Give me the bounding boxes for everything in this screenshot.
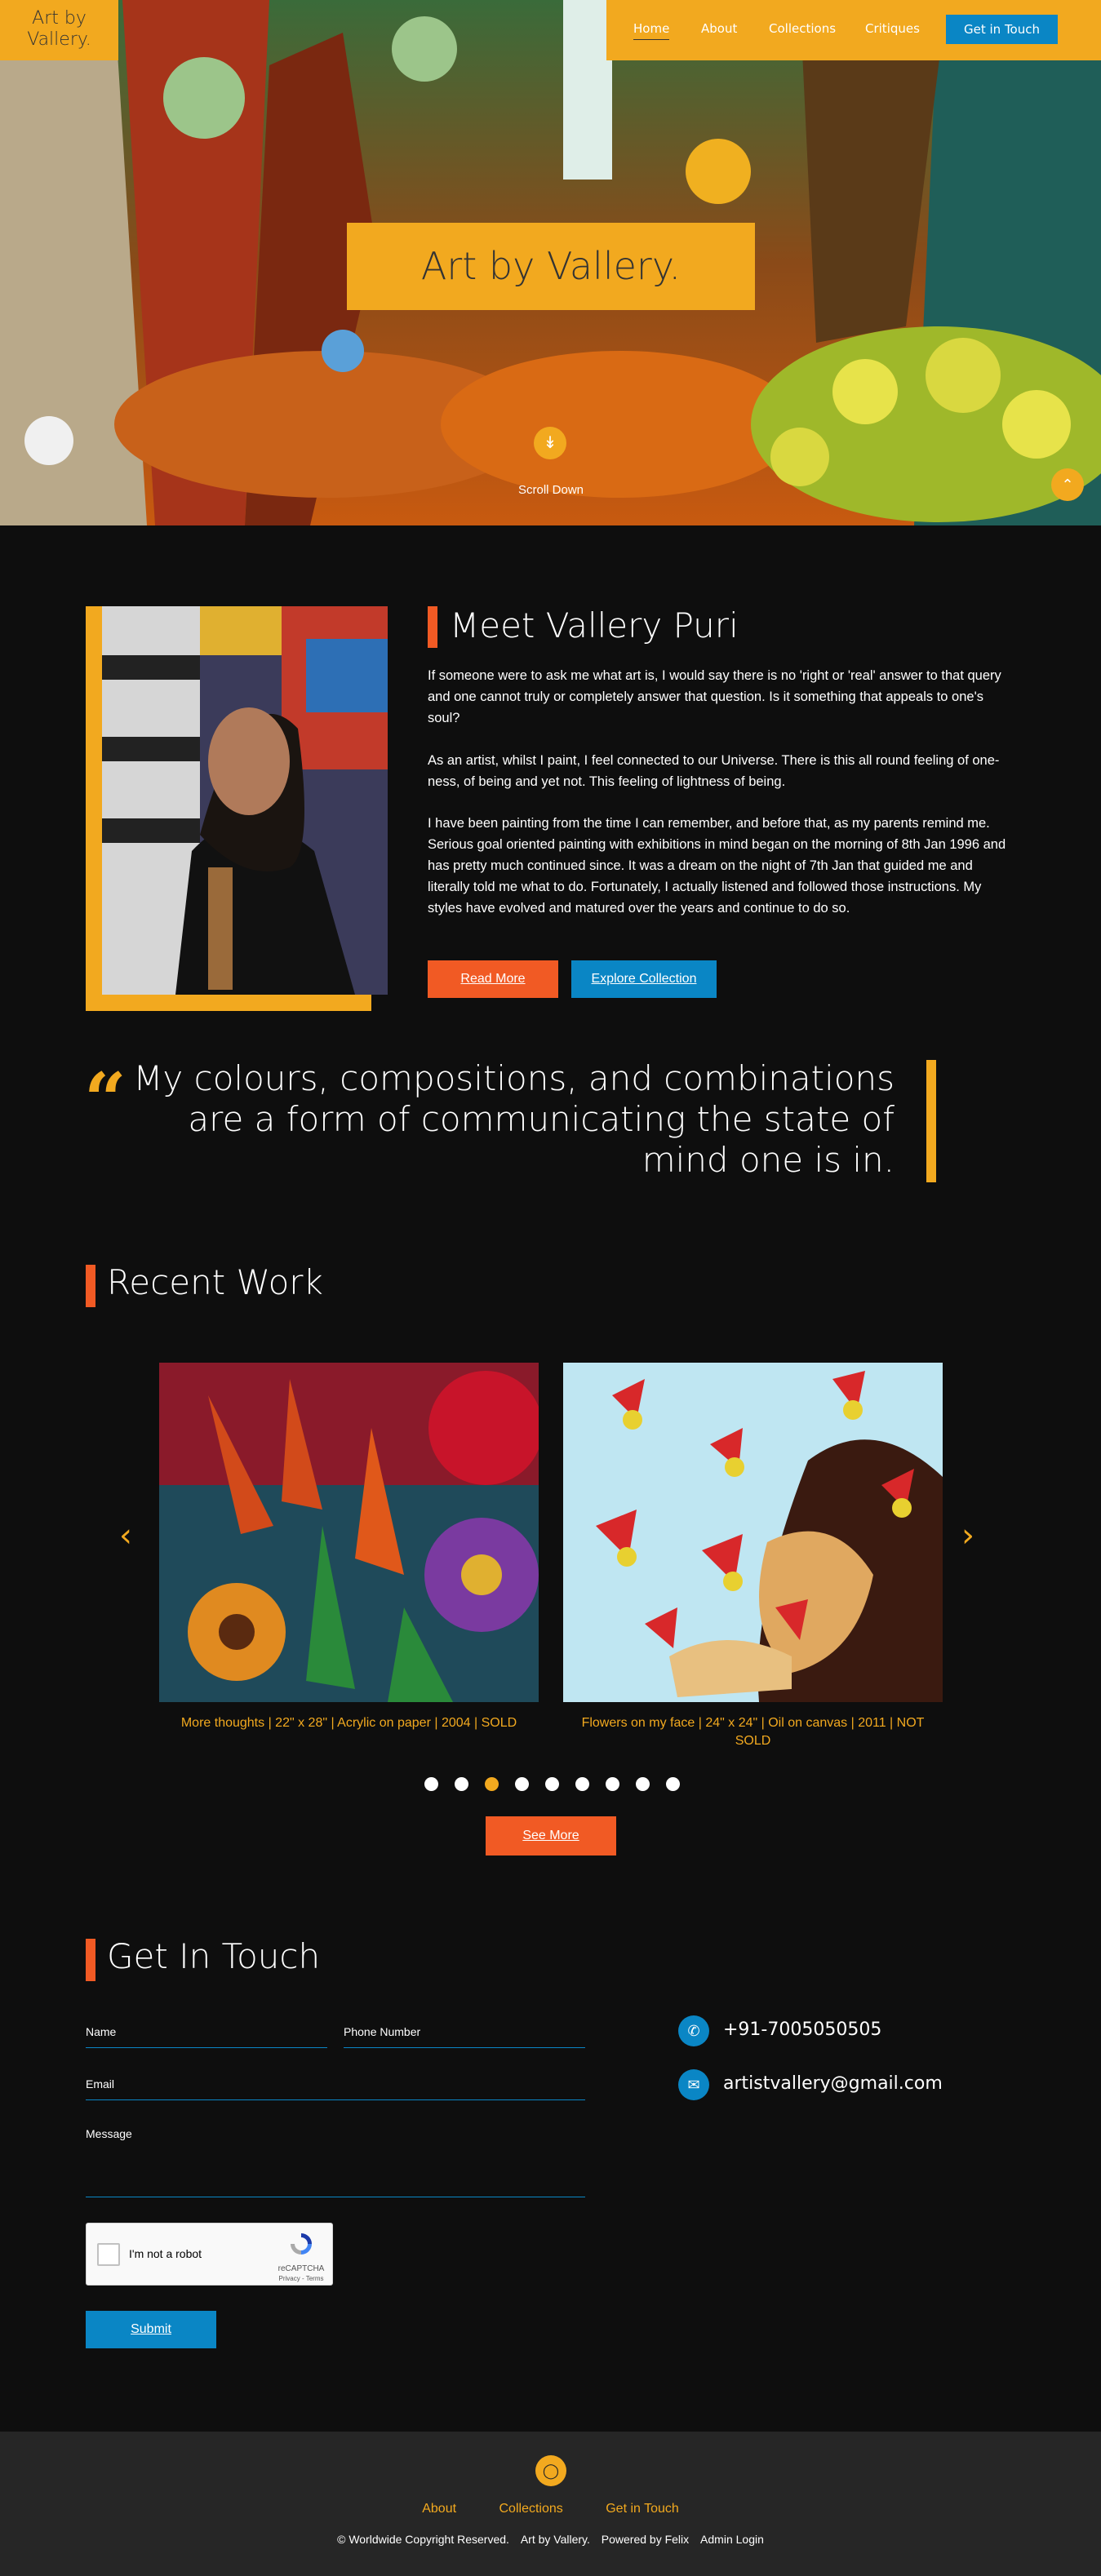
envelope-icon: ✉ <box>678 2069 709 2100</box>
nav-home[interactable]: Home <box>633 21 670 40</box>
back-to-top-icon[interactable]: ⌃ <box>1051 468 1084 501</box>
recaptcha-checkbox[interactable] <box>97 2243 120 2266</box>
about-paragraph-1: If someone were to ask me what art is, I… <box>428 668 1001 725</box>
quote-icon: “ <box>84 1057 127 1143</box>
phone-icon: ✆ <box>678 2015 709 2046</box>
artwork-caption-2: Flowers on my face | 24" x 24" | Oil on … <box>581 1716 925 1748</box>
get-in-touch-button[interactable]: Get in Touch <box>946 15 1058 44</box>
email-label: Email <box>86 2077 115 2091</box>
recaptcha-label: I'm not a robot <box>129 2247 202 2260</box>
about-heading: Meet Vallery Puri <box>450 605 739 645</box>
quote-line-1: My colours, compositions, and combinatio… <box>133 1058 895 1098</box>
name-label: Name <box>86 2025 117 2038</box>
recaptcha-icon <box>291 2233 312 2255</box>
carousel-dot[interactable] <box>666 1777 680 1791</box>
phone-label: Phone Number <box>344 2025 421 2038</box>
artwork-caption-1: More thoughts | 22" x 28" | Acrylic on p… <box>180 1716 517 1730</box>
explore-collection-button[interactable]: Explore Collection <box>571 960 717 998</box>
carousel-next-icon[interactable]: › <box>961 1519 974 1552</box>
copyright-line: © Worldwide Copyright Reserved. Art by V… <box>0 2533 1101 2546</box>
carousel-dot[interactable] <box>606 1777 619 1791</box>
recaptcha-widget: I'm not a robot reCAPTCHA Privacy - Term… <box>86 2223 333 2286</box>
logo-line1: Art by <box>32 8 87 29</box>
name-field[interactable] <box>86 2047 327 2048</box>
artist-portrait <box>102 606 388 995</box>
logo-line2: Vallery. <box>27 29 91 50</box>
carousel-dot[interactable] <box>424 1777 438 1791</box>
artwork-image-2[interactable] <box>563 1363 943 1702</box>
powered-by: Powered by Felix <box>601 2533 690 2546</box>
copyright-text: © Worldwide Copyright Reserved. <box>337 2533 509 2546</box>
scroll-down-label[interactable]: Scroll Down <box>490 483 612 497</box>
hero-title: Art by Vallery. <box>347 223 755 310</box>
contact-phone[interactable]: +91-7005050505 <box>723 2020 881 2040</box>
heading-accent-bar <box>86 1939 95 1981</box>
nav-critiques[interactable]: Critiques <box>865 21 920 36</box>
carousel-dots <box>424 1777 680 1791</box>
about-paragraph-2: As an artist, whilst I paint, I feel con… <box>428 753 1000 789</box>
recent-work-heading: Recent Work <box>107 1262 323 1302</box>
footer-link-contact[interactable]: Get in Touch <box>606 2502 679 2516</box>
footer-brand: Art by Vallery. <box>520 2533 590 2546</box>
about-paragraph-3: I have been painting from the time I can… <box>428 816 1006 916</box>
nav-about[interactable]: About <box>701 21 737 36</box>
carousel-dot[interactable] <box>515 1777 529 1791</box>
recaptcha-links[interactable]: Privacy - Terms <box>273 2274 330 2284</box>
artist-quote: My colours, compositions, and combinatio… <box>131 1058 895 1181</box>
instagram-icon[interactable]: ◯ <box>535 2455 566 2486</box>
carousel-prev-icon[interactable]: ‹ <box>119 1519 132 1552</box>
contact-heading: Get In Touch <box>107 1936 321 1976</box>
carousel-dot[interactable] <box>485 1777 499 1791</box>
see-more-button[interactable]: See More <box>486 1816 616 1856</box>
carousel-dot[interactable] <box>545 1777 559 1791</box>
recaptcha-brand: reCAPTCHA Privacy - Terms <box>273 2264 330 2284</box>
quote-line-3: mind one is in. <box>642 1140 895 1180</box>
contact-email[interactable]: artistvallery@gmail.com <box>723 2073 943 2094</box>
phone-field[interactable] <box>344 2047 585 2048</box>
quote-accent-bar <box>926 1060 936 1182</box>
message-label: Message <box>86 2127 132 2140</box>
read-more-button[interactable]: Read More <box>428 960 558 998</box>
main-nav: Home About Collections Critiques Get in … <box>606 0 1101 60</box>
quote-line-2: are a form of communicating the state of <box>188 1099 895 1139</box>
footer-links: About Collections Get in Touch <box>0 2502 1101 2516</box>
carousel-dot[interactable] <box>636 1777 650 1791</box>
footer-link-collections[interactable]: Collections <box>499 2502 563 2516</box>
artwork-image-1[interactable] <box>159 1363 539 1702</box>
submit-button[interactable]: Submit <box>86 2311 216 2348</box>
heading-accent-bar <box>86 1265 95 1307</box>
site-logo[interactable]: Art by Vallery. <box>0 0 118 60</box>
heading-accent-bar <box>428 606 437 648</box>
admin-login-link[interactable]: Admin Login <box>700 2533 764 2546</box>
carousel-dot[interactable] <box>455 1777 468 1791</box>
carousel-dot[interactable] <box>575 1777 589 1791</box>
nav-collections[interactable]: Collections <box>769 21 836 36</box>
email-field[interactable] <box>86 2099 585 2100</box>
footer-link-about[interactable]: About <box>422 2502 456 2516</box>
scroll-down-icon[interactable]: ↡ <box>534 427 566 459</box>
